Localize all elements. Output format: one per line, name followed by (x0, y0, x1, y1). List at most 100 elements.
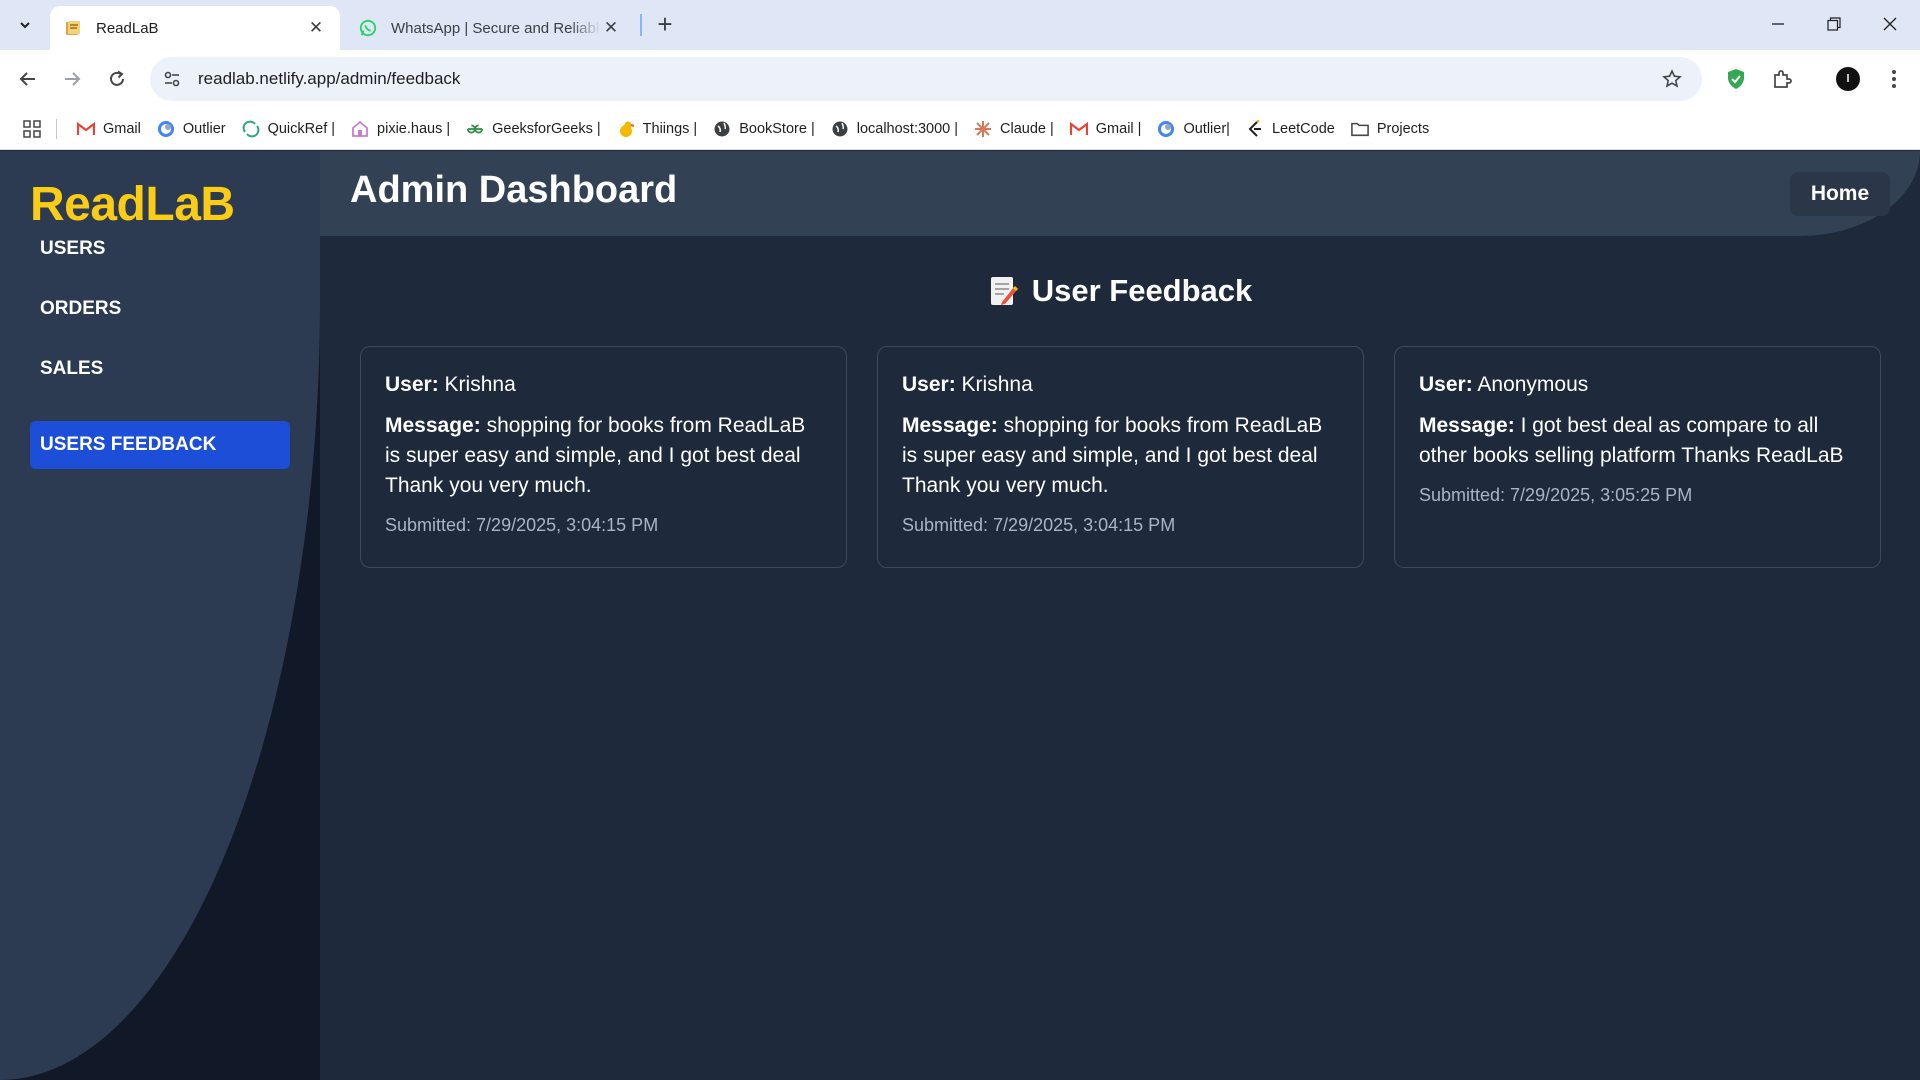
globe-icon (713, 120, 731, 138)
user-label: User: (385, 373, 439, 396)
feedback-card: User: Anonymous Message: I got best deal… (1394, 346, 1881, 568)
bookmark-geeksforgeeks[interactable]: GeeksforGeeks | (458, 114, 609, 144)
address-bar[interactable]: readlab.netlify.app/admin/feedback (150, 57, 1702, 101)
bookmark-outlier[interactable]: Outlier (149, 114, 234, 144)
bookmark-label: BookStore | (739, 120, 815, 137)
bookmark-label: QuickRef | (267, 120, 336, 137)
section-title: User Feedback (320, 273, 1920, 309)
chevron-down-icon (20, 22, 30, 29)
bookmark-label: Gmail (103, 120, 141, 137)
tab-readlab[interactable]: ReadLaB ✕ (50, 6, 340, 50)
message-label: Message: (902, 414, 998, 437)
sidebar-item-sales[interactable]: SALES (30, 345, 290, 393)
feedback-user: User: Krishna (902, 373, 1339, 397)
bookmark-label: Thiings | (642, 120, 698, 137)
top-header: Admin Dashboard Home (320, 151, 1920, 236)
user-name: Krishna (961, 373, 1033, 396)
bookmark-label: Claude | (1000, 120, 1054, 137)
new-tab-button[interactable]: + (650, 10, 680, 40)
globe-icon (831, 120, 849, 138)
sidebar-item-users[interactable]: USERS (30, 225, 290, 273)
bookmark-thiings[interactable]: Thiings | (609, 114, 706, 144)
bookmark-pixie[interactable]: pixie.haus | (343, 114, 458, 144)
brand-logo[interactable]: ReadLaB (30, 177, 235, 232)
bookmark-label: localhost:3000 | (856, 120, 959, 137)
browser-toolbar: readlab.netlify.app/admin/feedback (0, 50, 1920, 108)
bookmark-label: LeetCode (1271, 120, 1335, 137)
submitted-timestamp: Submitted: 7/29/2025, 3:04:15 PM (385, 515, 659, 535)
gmail-icon (1069, 120, 1088, 138)
claude-icon (974, 120, 992, 138)
restore-icon[interactable] (1814, 8, 1854, 40)
bookmark-label: Outlier| (1183, 120, 1230, 137)
bookmarks-divider (56, 118, 57, 139)
feedback-message: Message: shopping for books from ReadLaB… (902, 411, 1339, 501)
tab-strip: ReadLaB ✕ WhatsApp | Secure and Reliable… (0, 0, 1920, 50)
message-label: Message: (385, 414, 481, 437)
bookmark-projects[interactable]: Projects (1343, 114, 1437, 144)
bookmark-outlier-2[interactable]: Outlier| (1149, 114, 1237, 144)
more-menu-icon[interactable] (1874, 59, 1914, 99)
sidebar-item-users-feedback[interactable]: USERS FEEDBACK (30, 421, 290, 469)
feedback-message: Message: shopping for books from ReadLaB… (385, 411, 822, 501)
leetcode-icon (1246, 119, 1264, 138)
page-title: Admin Dashboard (350, 169, 678, 211)
folder-icon (1350, 120, 1369, 138)
feedback-card: User: Krishna Message: shopping for book… (360, 346, 847, 568)
shield-extension-icon[interactable] (1716, 59, 1756, 99)
bookmark-label: Outlier (182, 120, 226, 137)
quickref-icon (242, 120, 260, 138)
user-label: User: (902, 373, 956, 396)
bookmark-label: Projects (1376, 120, 1430, 137)
readlab-favicon-icon (64, 19, 82, 37)
feedback-card: User: Krishna Message: shopping for book… (877, 346, 1364, 568)
bookmark-label: GeeksforGeeks | (492, 120, 601, 137)
bookmark-localhost[interactable]: localhost:3000 | (823, 114, 966, 144)
thiings-icon (617, 120, 635, 138)
bookmark-quickref[interactable]: QuickRef | (234, 114, 343, 144)
site-settings-icon[interactable] (152, 59, 192, 99)
window-close-icon[interactable] (1870, 8, 1910, 40)
pixie-icon (351, 120, 369, 138)
bookmark-gmail-2[interactable]: Gmail | (1062, 114, 1150, 144)
bookmarks-bar: Gmail Outlier QuickRef | pixie.haus | Ge… (0, 108, 1920, 150)
message-label: Message: (1419, 414, 1515, 437)
url-text: readlab.netlify.app/admin/feedback (198, 69, 461, 88)
tab-whatsapp[interactable]: WhatsApp | Secure and Reliable ✕ (345, 6, 635, 50)
tab-divider (640, 14, 642, 36)
sidebar: ReadLaB USERS ORDERS SALES USERS FEEDBAC… (0, 151, 320, 1080)
submitted-timestamp: Submitted: 7/29/2025, 3:05:25 PM (1419, 485, 1693, 505)
page-viewport: ReadLaB USERS ORDERS SALES USERS FEEDBAC… (0, 151, 1920, 1080)
bookmark-gmail[interactable]: Gmail (69, 114, 149, 144)
extensions-puzzle-icon[interactable] (1762, 59, 1802, 99)
home-button[interactable]: Home (1790, 172, 1890, 216)
feedback-user: User: Anonymous (1419, 373, 1856, 397)
back-icon[interactable] (8, 59, 48, 99)
whatsapp-icon (359, 19, 377, 37)
submitted-timestamp: Submitted: 7/29/2025, 3:04:15 PM (902, 515, 1176, 535)
feedback-user: User: Krishna (385, 373, 822, 397)
bookmark-bookstore[interactable]: BookStore | (705, 114, 823, 144)
feedback-message: Message: I got best deal as compare to a… (1419, 411, 1856, 471)
outlier-icon (1157, 120, 1175, 138)
bookmark-label: Gmail | (1095, 120, 1142, 137)
bookmark-star-icon[interactable] (1652, 59, 1692, 99)
close-icon[interactable]: ✕ (601, 18, 621, 38)
bookmark-claude[interactable]: Claude | (966, 114, 1062, 144)
user-label: User: (1419, 373, 1473, 396)
forward-icon[interactable] (52, 59, 92, 99)
apps-grid-icon[interactable] (18, 115, 46, 143)
outlier-icon (157, 120, 175, 138)
sidebar-item-orders[interactable]: ORDERS (30, 285, 290, 333)
gfg-icon (466, 120, 484, 138)
bookmark-leetcode[interactable]: LeetCode (1238, 114, 1343, 144)
tab-search-button[interactable] (10, 10, 40, 40)
minimize-icon[interactable] (1758, 8, 1798, 40)
tab-title: WhatsApp | Secure and Reliable (391, 19, 601, 37)
user-name: Krishna (444, 373, 516, 396)
memo-icon (990, 277, 1018, 305)
reload-icon[interactable] (97, 59, 137, 99)
profile-avatar-icon[interactable] (1828, 59, 1868, 99)
close-icon[interactable]: ✕ (306, 18, 326, 38)
user-name: Anonymous (1477, 373, 1589, 396)
